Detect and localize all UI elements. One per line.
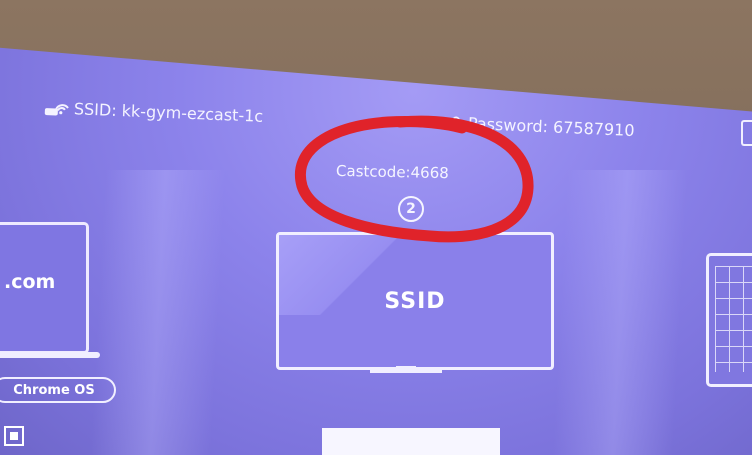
chrome-os-badge: Chrome OS (0, 377, 116, 403)
light-pane (552, 170, 688, 455)
tv-stand-icon (370, 366, 442, 373)
castcode-text: Castcode:4668 (335, 161, 449, 183)
tablet-panel (706, 253, 752, 387)
laptop-panel: .com (0, 222, 89, 354)
light-pane (90, 170, 226, 455)
laptop-base (0, 352, 100, 358)
partial-edge-icon (741, 120, 752, 146)
tv-ssid-label: SSID (384, 289, 446, 314)
laptop-url-label: .com (4, 271, 56, 293)
lock-icon (450, 116, 461, 129)
projector-photo: SSID: kk-gym-ezcast-1c Password: 6758791… (0, 0, 752, 455)
bottom-white-panel (322, 428, 500, 455)
tablet-grid (715, 266, 752, 372)
wifi-cloud-icon (44, 103, 69, 115)
tv-monitor: SSID (276, 232, 554, 370)
circled-two-icon: 2 (398, 196, 424, 222)
qr-code-icon (4, 426, 24, 446)
